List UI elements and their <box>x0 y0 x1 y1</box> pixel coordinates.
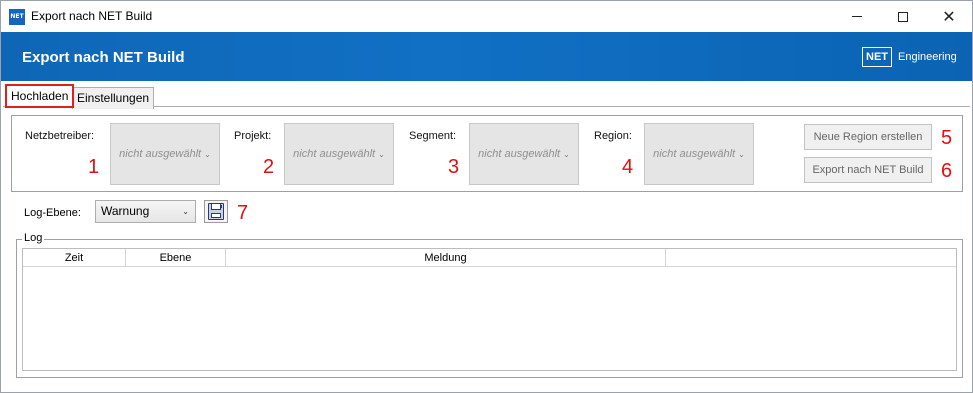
region-combo[interactable]: nicht ausgewählt ⌄ <box>644 123 754 185</box>
region-value: nicht ausgewählt <box>653 148 736 160</box>
save-log-button[interactable] <box>204 200 228 223</box>
column-header-meldung[interactable]: Meldung <box>226 249 666 267</box>
minimize-icon <box>852 16 862 17</box>
annotation-2: 2 <box>263 156 275 178</box>
log-level-select[interactable]: Warnung ⌄ <box>95 200 196 223</box>
chevron-down-icon: ⌄ <box>378 149 385 159</box>
minimize-button[interactable] <box>834 1 880 32</box>
netzbetreiber-combo[interactable]: nicht ausgewählt ⌄ <box>110 123 220 185</box>
segment-value: nicht ausgewählt <box>478 148 561 160</box>
log-table[interactable]: Zeit Ebene Meldung <box>22 248 957 371</box>
chevron-down-icon: ⌄ <box>204 149 211 159</box>
projekt-label: Projekt: <box>234 130 272 142</box>
log-level-value: Warnung <box>101 204 150 218</box>
window-title: Export nach NET Build <box>31 9 153 23</box>
column-header-ebene[interactable]: Ebene <box>126 249 226 267</box>
header-banner: Export nach NET Build NET Engineering <box>1 32 972 81</box>
chevron-down-icon: ⌄ <box>563 149 570 159</box>
netzbetreiber-value: nicht ausgewählt <box>119 148 202 160</box>
log-legend: Log <box>22 232 45 244</box>
netzbetreiber-label: Netzbetreiber: <box>25 130 95 142</box>
annotation-3: 3 <box>448 156 460 178</box>
segment-combo[interactable]: nicht ausgewählt ⌄ <box>469 123 579 185</box>
net-logo-icon: NET <box>862 47 892 67</box>
maximize-icon <box>898 11 908 22</box>
chevron-down-icon: ⌄ <box>182 207 189 216</box>
annotation-5: 5 <box>941 127 953 149</box>
annotation-4: 4 <box>622 156 634 178</box>
new-region-button[interactable]: Neue Region erstellen <box>804 124 932 150</box>
annotation-1: 1 <box>88 156 100 178</box>
log-level-label: Log-Ebene: <box>24 207 81 219</box>
column-header-zeit[interactable]: Zeit <box>23 249 126 267</box>
header-title: Export nach NET Build <box>22 49 185 66</box>
maximize-button[interactable] <box>880 1 926 32</box>
region-label: Region: <box>594 130 632 142</box>
annotation-6: 6 <box>941 160 953 182</box>
tab-einstellungen[interactable]: Einstellungen <box>72 87 155 109</box>
segment-label: Segment: <box>409 130 457 142</box>
projekt-value: nicht ausgewählt <box>293 148 376 160</box>
log-table-header: Zeit Ebene Meldung <box>23 249 956 267</box>
logo-text: Engineering <box>898 51 957 63</box>
floppy-disk-icon <box>208 203 224 220</box>
main-window: NET Export nach NET Build ✕ Export nach … <box>0 0 973 393</box>
title-bar[interactable]: NET Export nach NET Build ✕ <box>1 1 972 32</box>
tab-hochladen[interactable]: Hochladen <box>5 84 75 108</box>
close-button[interactable]: ✕ <box>926 1 972 32</box>
projekt-combo[interactable]: nicht ausgewählt ⌄ <box>284 123 394 185</box>
chevron-down-icon: ⌄ <box>738 149 745 159</box>
annotation-7: 7 <box>237 202 249 224</box>
close-icon: ✕ <box>942 6 956 26</box>
app-icon: NET <box>9 9 25 25</box>
export-button[interactable]: Export nach NET Build <box>804 157 932 183</box>
